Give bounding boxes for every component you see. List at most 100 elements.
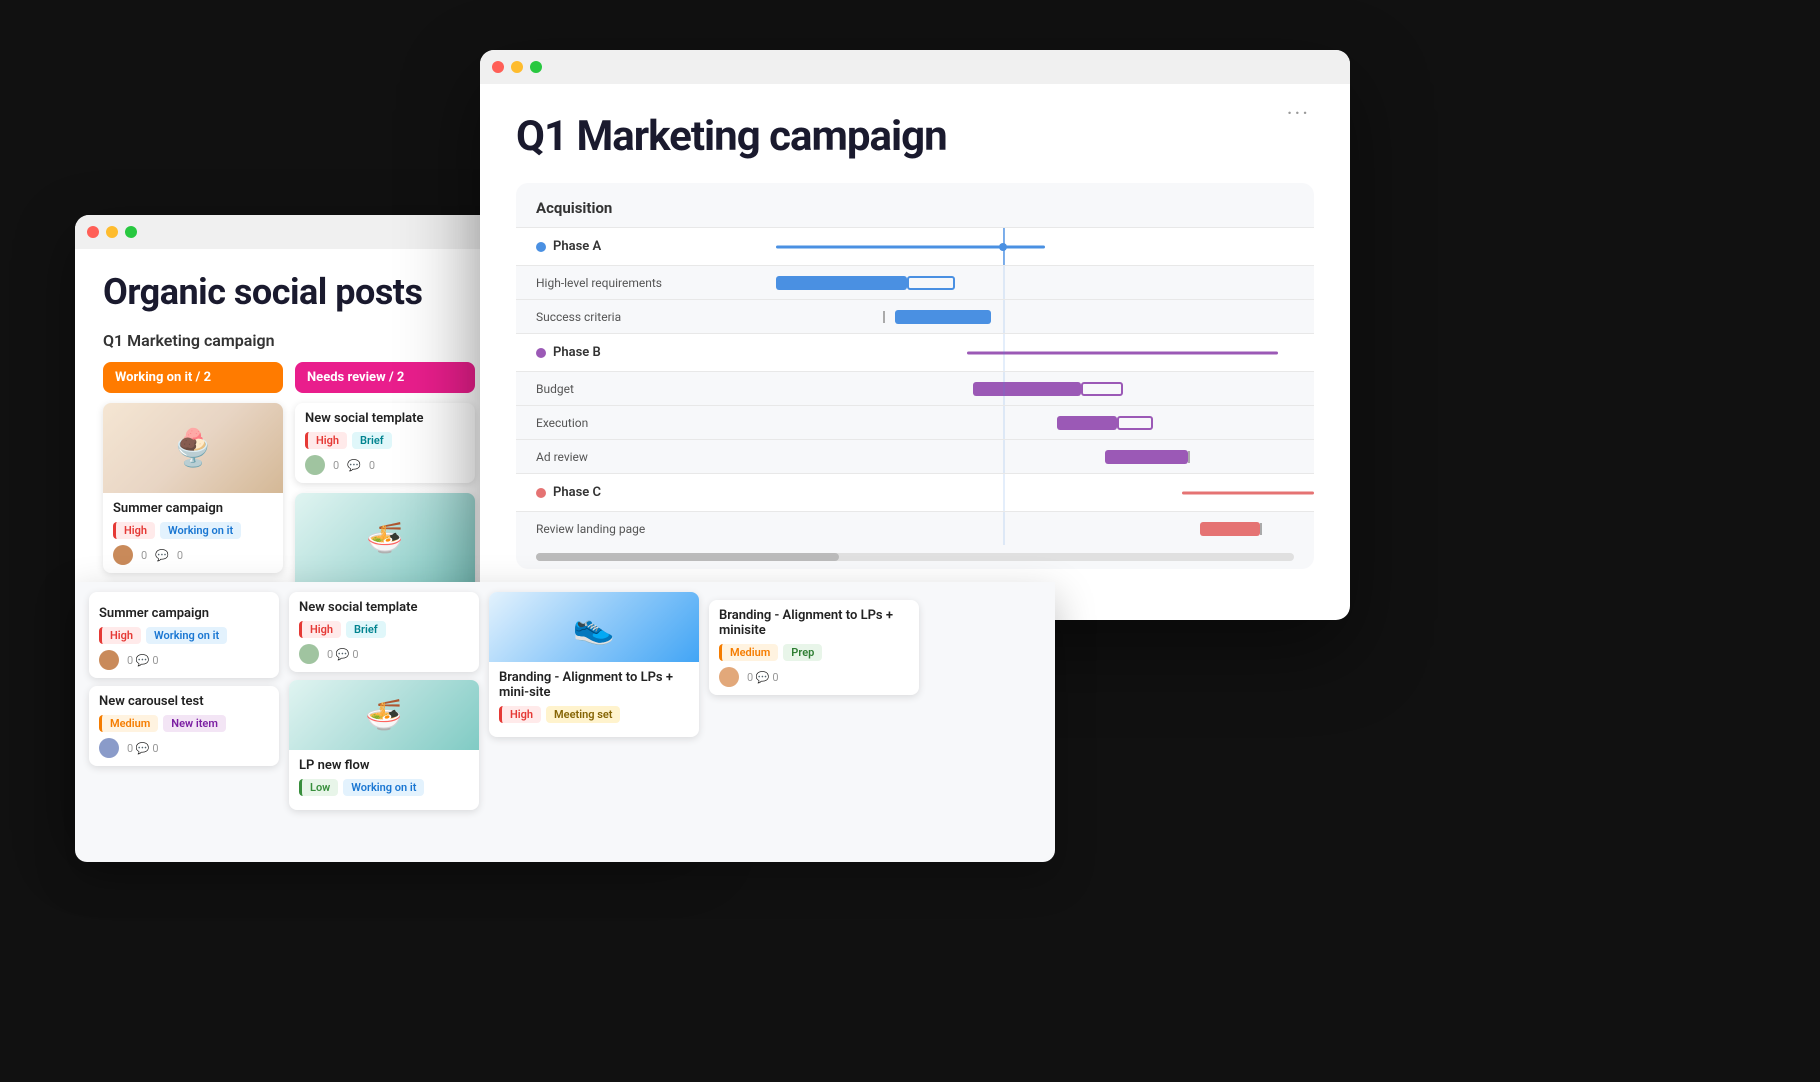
card-carousel-bottom-title: New carousel test xyxy=(99,694,269,709)
gantt-label-phase-c: Phase C xyxy=(516,485,716,500)
close-dot[interactable] xyxy=(492,61,504,73)
count-d: 0 💬 0 xyxy=(747,671,779,684)
food-icon-b: 🍜 xyxy=(365,698,402,733)
gantt-timeline-landing xyxy=(716,512,1314,545)
tag-medium-b: Medium xyxy=(99,715,158,732)
today-line-ref3 xyxy=(1003,334,1005,371)
gantt-label-landing: Review landing page xyxy=(516,522,716,536)
phase-c-label: Phase C xyxy=(553,485,601,500)
bar-hlreq-outline xyxy=(907,276,955,290)
card-lp-bottom-title: LP new flow xyxy=(299,758,469,773)
gantt-timeline-budget xyxy=(716,372,1314,405)
phase-b-label: Phase B xyxy=(553,345,601,360)
card-social-bottom[interactable]: New social template High Brief 0 💬 0 xyxy=(289,592,479,672)
count-c2: 0 💬 0 xyxy=(127,742,159,755)
connector xyxy=(883,311,885,323)
tag-meeting-b: Meeting set xyxy=(546,706,620,723)
attach-count: 0 xyxy=(177,549,183,562)
card-carousel-bottom[interactable]: New carousel test Medium New item 0 💬 0 xyxy=(89,686,279,766)
gantt-row-adreview: Ad review xyxy=(516,439,1314,473)
card-meta-c2: 0 💬 0 xyxy=(99,738,269,758)
card-title-social: New social template xyxy=(305,411,465,426)
tag-high-c: High xyxy=(299,621,341,638)
gantt-container: Acquisition Phase A High-level requireme… xyxy=(516,183,1314,569)
gantt-label-phase-a: Phase A xyxy=(516,239,716,254)
tag-working: Working on it xyxy=(160,522,241,539)
bottom-col-1: Summer campaign High Working on it 0 💬 0… xyxy=(89,592,279,852)
card-img-summer: 🍨 xyxy=(103,403,283,493)
card-img-shoe-b: 👟 xyxy=(489,592,699,662)
tag-medium-d: Medium xyxy=(719,644,778,661)
card-img-lp: 🍜 xyxy=(295,493,475,583)
today-line-ref5 xyxy=(1003,406,1005,439)
comment-count: 0 xyxy=(333,459,339,472)
bottom-col-4: Branding - Alignment to LPs + minisite M… xyxy=(709,592,919,852)
gantt-scrollbar-thumb xyxy=(536,553,839,561)
card-img-lp-b: 🍜 xyxy=(289,680,479,750)
maximize-dot[interactable] xyxy=(125,226,137,238)
tag-brief-c: Brief xyxy=(346,621,386,638)
bottom-col-3: 👟 Branding - Alignment to LPs + mini-sit… xyxy=(489,592,699,852)
gantt-timeline-phase-c xyxy=(716,474,1314,511)
gantt-row-execution: Execution xyxy=(516,405,1314,439)
bar-landing xyxy=(1200,522,1260,536)
bar-hlreq-filled xyxy=(776,276,908,290)
today-dot xyxy=(999,243,1007,251)
bar-execution xyxy=(1057,416,1117,430)
count-b: 0 💬 0 xyxy=(127,654,159,667)
connector3 xyxy=(1260,523,1262,535)
gantt-row-hlreq: High-level requirements xyxy=(516,265,1314,299)
card-meta-social: 0 💬 0 xyxy=(305,455,465,475)
gantt-row-phase-a: Phase A xyxy=(516,227,1314,265)
col-header-review: Needs review / 2 xyxy=(295,362,475,393)
chat-icon: 💬 xyxy=(347,459,361,472)
today-line-ref8 xyxy=(1003,512,1005,545)
card-lp-bottom[interactable]: 🍜 LP new flow Low Working on it xyxy=(289,680,479,810)
front-window: Q1 Marketing campaign ··· Acquisition Ph… xyxy=(480,50,1350,620)
maximize-dot[interactable] xyxy=(530,61,542,73)
bar-phase-c-line xyxy=(1182,491,1314,494)
tag-new-b: New item xyxy=(163,715,226,732)
card-social-template[interactable]: New social template High Brief 0 💬 0 xyxy=(295,403,475,483)
bar-execution-outline xyxy=(1117,416,1153,430)
bottom-col-2: New social template High Brief 0 💬 0 🍜 L… xyxy=(289,592,479,852)
gantt-scrollbar[interactable] xyxy=(536,553,1294,561)
card-meta-b: 0 💬 0 xyxy=(99,650,269,670)
chat-icon: 💬 xyxy=(155,549,169,562)
tag-working-c: Working on it xyxy=(343,779,424,796)
card-meta-c3: 0 💬 0 xyxy=(299,644,469,664)
tag-low-b: Low xyxy=(299,779,338,796)
today-line-ref4 xyxy=(1003,372,1005,405)
card-summer-bottom[interactable]: Summer campaign High Working on it 0 💬 0 xyxy=(89,592,279,678)
gantt-label-success: Success criteria xyxy=(516,310,716,324)
close-dot[interactable] xyxy=(87,226,99,238)
avatar xyxy=(113,545,133,565)
card-branding-2[interactable]: Branding - Alignment to LPs + minisite M… xyxy=(709,600,919,695)
minimize-dot[interactable] xyxy=(106,226,118,238)
gantt-timeline-phase-b xyxy=(716,334,1314,371)
gantt-row-phase-c: Phase C xyxy=(516,473,1314,511)
count-c3: 0 💬 0 xyxy=(327,648,359,661)
bottom-board: Summer campaign High Working on it 0 💬 0… xyxy=(75,582,1055,862)
tag-high: High xyxy=(305,432,347,449)
tag-brief: Brief xyxy=(352,432,392,449)
card-summer-campaign[interactable]: 🍨 Summer campaign High Working on it 0 💬 xyxy=(103,403,283,573)
gantt-label-phase-b: Phase B xyxy=(516,345,716,360)
avatar-c2 xyxy=(99,738,119,758)
gantt-label-budget: Budget xyxy=(516,382,716,396)
gantt-timeline-phase-a xyxy=(716,228,1314,265)
tag-high-b: High xyxy=(99,627,141,644)
gantt-row-phase-b: Phase B xyxy=(516,333,1314,371)
menu-dots[interactable]: ··· xyxy=(1287,102,1310,127)
card-branding-bottom[interactable]: 👟 Branding - Alignment to LPs + mini-sit… xyxy=(489,592,699,737)
minimize-dot[interactable] xyxy=(511,61,523,73)
card-tags-social: High Brief xyxy=(305,432,465,449)
avatar xyxy=(305,455,325,475)
card-summer-bottom-title: Summer campaign xyxy=(99,606,269,621)
tag-high-d: High xyxy=(499,706,541,723)
bar-budget-outline xyxy=(1081,382,1123,396)
card-branding-2-title: Branding - Alignment to LPs + minisite xyxy=(719,608,909,638)
card-title-summer: Summer campaign xyxy=(113,501,273,516)
bar-budget xyxy=(973,382,1081,396)
gantt-section-label: Acquisition xyxy=(516,199,1314,227)
